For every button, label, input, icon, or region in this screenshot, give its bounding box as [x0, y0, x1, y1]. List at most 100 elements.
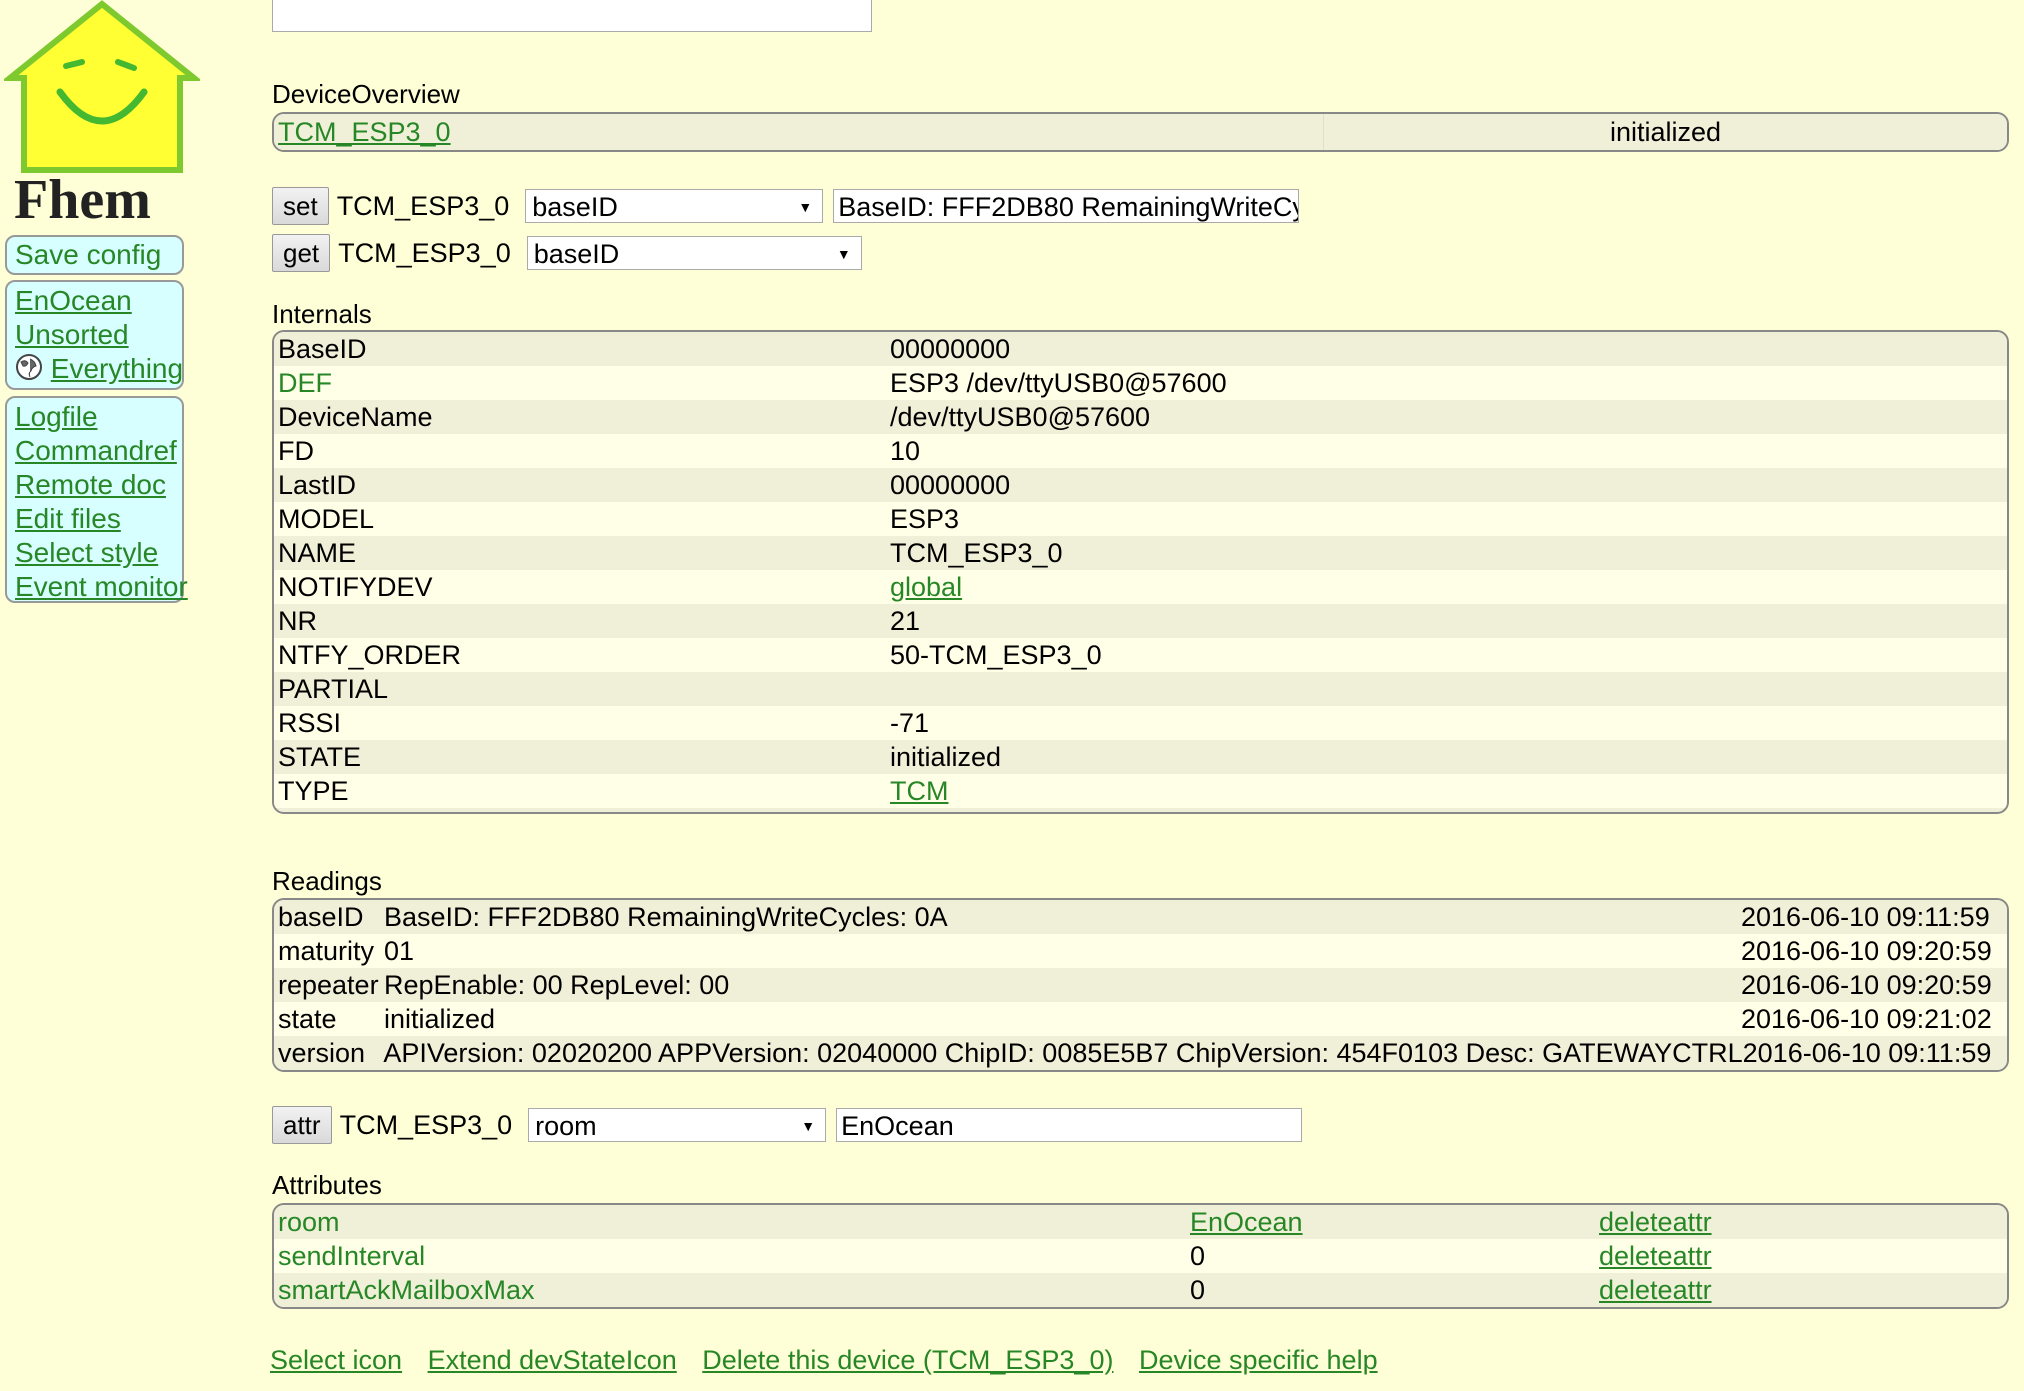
- select-icon-link[interactable]: Select icon: [270, 1345, 402, 1375]
- attr-button[interactable]: attr: [272, 1106, 332, 1144]
- bottom-links: Select icon Extend devStateIcon Delete t…: [270, 1345, 1396, 1376]
- event-monitor-link[interactable]: Event monitor: [15, 570, 188, 604]
- table-row: FD 10: [274, 434, 2007, 468]
- reading-time: 2016-06-10 09:20:59: [1741, 970, 1992, 1000]
- deleteattr-link[interactable]: deleteattr: [1599, 1205, 1712, 1239]
- table-row: DEF ESP3 /dev/ttyUSB0@57600: [274, 366, 2007, 400]
- attribute-key[interactable]: smartAckMailboxMax: [278, 1273, 1190, 1307]
- table-row: NR 21: [274, 604, 2007, 638]
- internal-key: MODEL: [278, 504, 375, 534]
- reading-key: baseID: [278, 902, 364, 932]
- internal-value: initialized: [890, 742, 1002, 772]
- table-row: NTFY_ORDER 50-TCM_ESP3_0: [274, 638, 2007, 672]
- attr-select[interactable]: room ▼: [528, 1108, 827, 1142]
- internal-key: STATE: [278, 742, 362, 772]
- table-row: DeviceName/dev/ttyUSB0@57600: [274, 400, 2007, 434]
- set-device-name: TCM_ESP3_0: [336, 190, 510, 221]
- reading-time: 2016-06-10 09:11:59: [1742, 1038, 1992, 1068]
- reading-value: RepEnable: 00 RepLevel: 00: [384, 970, 730, 1000]
- reading-key: state: [278, 1004, 337, 1034]
- delete-device-link[interactable]: Delete this device (TCM_ESP3_0): [702, 1345, 1113, 1375]
- internal-key-def[interactable]: DEF: [278, 366, 890, 400]
- commandref-link[interactable]: Commandref: [15, 434, 177, 468]
- table-row: room EnOcean deleteattr: [274, 1205, 2007, 1239]
- dropdown-arrow-icon: ▼: [798, 199, 813, 215]
- logfile-link[interactable]: Logfile: [15, 400, 174, 434]
- internal-value: ESP3 /dev/ttyUSB0@57600: [890, 368, 1227, 398]
- internal-key: BaseID: [278, 334, 367, 364]
- internal-value: -71: [890, 708, 930, 738]
- room-everything-item[interactable]: Everything: [15, 352, 183, 386]
- reading-value: initialized: [384, 1004, 496, 1034]
- set-value-input[interactable]: BaseID: FFF2DB80 RemainingWriteCy: [833, 189, 1300, 223]
- reading-key: maturity: [278, 936, 375, 966]
- attribute-key[interactable]: room: [278, 1205, 1190, 1239]
- attribute-value: 0: [1190, 1275, 1206, 1305]
- get-select[interactable]: baseID ▼: [526, 236, 862, 270]
- menu-help-box: Logfile Commandref Remote doc Edit files…: [5, 396, 188, 604]
- table-row: maturity 01 2016-06-10 09:20:59: [274, 934, 2007, 968]
- reading-value: 01: [384, 936, 415, 966]
- attribute-value-link[interactable]: EnOcean: [1190, 1205, 1599, 1239]
- set-select[interactable]: baseID ▼: [525, 189, 824, 223]
- device-help-link[interactable]: Device specific help: [1139, 1345, 1378, 1375]
- table-row: state initialized 2016-06-10 09:21:02: [274, 1002, 2007, 1036]
- notifydev-global-link[interactable]: global: [890, 570, 962, 604]
- select-style-link[interactable]: Select style: [15, 536, 174, 570]
- reading-key: version: [278, 1038, 366, 1068]
- table-row: sendInterval 0 deleteattr: [274, 1239, 2007, 1273]
- save-config-link[interactable]: Save config: [15, 237, 174, 273]
- internal-key: NAME: [278, 538, 357, 568]
- internal-key: DeviceName: [278, 402, 433, 432]
- type-tcm-link[interactable]: TCM: [890, 774, 948, 808]
- internal-value: 00000000: [890, 334, 1011, 364]
- readings-table: baseID BaseID: FFF2DB80 RemainingWriteCyc…: [272, 898, 2009, 1072]
- internal-value: /dev/ttyUSB0@57600: [890, 402, 1151, 432]
- dropdown-arrow-icon: ▼: [836, 246, 851, 262]
- attribute-key[interactable]: sendInterval: [278, 1239, 1190, 1273]
- deleteattr-link[interactable]: deleteattr: [1599, 1273, 1712, 1307]
- overview-device-link[interactable]: TCM_ESP3_0: [278, 114, 1323, 150]
- room-enocean-link[interactable]: EnOcean: [15, 284, 174, 318]
- internals-table: BaseID 00000000 DEF ESP3 /dev/ttyUSB0@5760…: [272, 330, 2009, 814]
- get-select-value: baseID: [533, 239, 620, 269]
- internal-key: NTFY_ORDER: [278, 640, 462, 670]
- internal-key: FD: [278, 436, 314, 466]
- deleteattr-link[interactable]: deleteattr: [1599, 1239, 1712, 1273]
- edit-files-link[interactable]: Edit files: [15, 502, 174, 536]
- reading-time: 2016-06-10 09:11:59: [1741, 902, 1990, 932]
- table-row: NOTIFYDEV global: [274, 570, 2007, 604]
- internal-value: TCM_ESP3_0: [890, 538, 1063, 568]
- overview-state: initialized: [1323, 114, 2007, 150]
- attr-select-value: room: [535, 1111, 597, 1141]
- dropdown-arrow-icon: ▼: [801, 1118, 816, 1134]
- table-row: NAME TCM_ESP3_0: [274, 536, 2007, 570]
- reading-time: 2016-06-10 09:20:59: [1741, 936, 1992, 966]
- set-select-value: baseID: [532, 192, 618, 222]
- get-device-name: TCM_ESP3_0: [338, 237, 511, 268]
- table-row: baseID BaseID: FFF2DB80 RemainingWriteCyc…: [274, 900, 2007, 934]
- table-row: STATE initialized: [274, 740, 2007, 774]
- reading-time: 2016-06-10 09:21:02: [1741, 1004, 1992, 1034]
- globe-icon: [16, 354, 42, 380]
- table-row: MODEL ESP3: [274, 502, 2007, 536]
- menu-rooms-box: EnOcean Unsorted Everything: [5, 280, 184, 390]
- extend-devstateicon-link[interactable]: Extend devStateIcon: [428, 1345, 677, 1375]
- command-input[interactable]: [272, 0, 872, 32]
- room-everything-link[interactable]: Everything: [51, 353, 183, 384]
- device-overview-table: TCM_ESP3_0 initialized: [272, 112, 2009, 152]
- table-row: RSSI -71: [274, 706, 2007, 740]
- attributes-title: Attributes: [272, 1170, 382, 1200]
- overview-row: TCM_ESP3_0 initialized: [274, 114, 2007, 150]
- attr-device-name: TCM_ESP3_0: [339, 1109, 513, 1140]
- device-overview-title: DeviceOverview: [272, 79, 460, 109]
- get-button[interactable]: get: [272, 234, 331, 272]
- attr-value-input[interactable]: EnOcean: [836, 1108, 1303, 1142]
- internals-title: Internals: [272, 299, 372, 329]
- set-button[interactable]: set: [272, 187, 329, 225]
- reading-value: BaseID: FFF2DB80 RemainingWriteCycles: 0…: [384, 902, 948, 932]
- remote-doc-link[interactable]: Remote doc: [15, 468, 174, 502]
- table-row: LastID 00000000: [274, 468, 2007, 502]
- room-unsorted-link[interactable]: Unsorted: [15, 318, 174, 352]
- table-row: repeater RepEnable: 00 RepLevel: 00 2016-0…: [274, 968, 2007, 1002]
